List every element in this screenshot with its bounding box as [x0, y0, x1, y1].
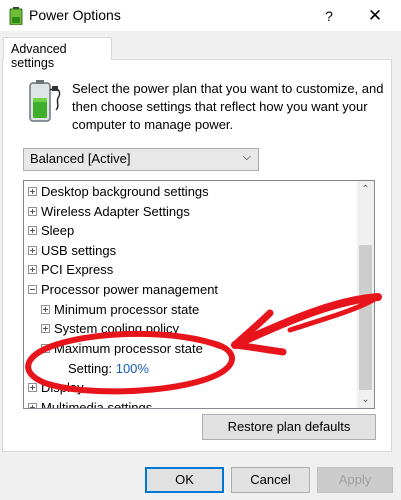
setting-row[interactable]: Setting: 100%	[68, 359, 149, 379]
tree-item-label: Desktop background settings	[41, 184, 209, 199]
tree-item-label: Sleep	[41, 223, 75, 238]
close-button[interactable]: ✕	[352, 0, 398, 31]
tree-item-label: Processor power management	[41, 282, 219, 297]
title-bar[interactable]: Power Options ? ✕	[0, 0, 401, 31]
vertical-scrollbar[interactable]: ⌃ ⌄	[357, 181, 374, 408]
expand-icon[interactable]	[28, 187, 37, 197]
settings-tree[interactable]: Desktop background settings Wireless Ada…	[23, 180, 375, 409]
power-plan-select[interactable]: Balanced [Active] ⌵	[23, 148, 259, 171]
tree-item-display[interactable]: Display	[28, 378, 84, 398]
tree-item-label: USB settings	[41, 243, 117, 258]
expand-icon[interactable]	[41, 305, 50, 315]
expand-icon[interactable]	[28, 403, 37, 408]
tree-item-minimum-processor-state[interactable]: Minimum processor state	[41, 300, 199, 320]
tree-item-sleep[interactable]: Sleep	[28, 221, 74, 241]
expand-icon[interactable]	[41, 324, 50, 334]
help-button[interactable]: ?	[306, 0, 352, 31]
cancel-button[interactable]: Cancel	[231, 467, 310, 493]
tree-item-pci-express[interactable]: PCI Express	[28, 260, 113, 280]
collapse-icon[interactable]	[28, 285, 37, 295]
apply-button[interactable]: Apply	[317, 467, 393, 493]
tree-item-processor-power-management[interactable]: Processor power management	[28, 280, 218, 300]
plan-select-value: Balanced [Active]	[30, 151, 131, 166]
setting-value-link[interactable]: 100%	[116, 361, 149, 376]
tree-item-label: Wireless Adapter Settings	[41, 204, 190, 219]
tree-item-usb-settings[interactable]: USB settings	[28, 241, 116, 261]
tab-advanced-settings[interactable]: Advanced settings	[3, 37, 112, 70]
restore-plan-defaults-button[interactable]: Restore plan defaults	[202, 414, 376, 440]
tree-item-label: Maximum processor state	[54, 341, 203, 356]
scroll-down-arrow-icon[interactable]: ⌄	[357, 391, 374, 408]
tree-content: Desktop background settings Wireless Ada…	[24, 181, 357, 408]
expand-icon[interactable]	[28, 265, 37, 275]
collapse-icon[interactable]	[41, 344, 50, 354]
tree-item-label: PCI Express	[41, 262, 114, 277]
expand-icon[interactable]	[28, 383, 37, 393]
tree-item-label: Display	[41, 380, 84, 395]
power-options-icon	[9, 7, 23, 25]
tree-item-label: Minimum processor state	[54, 302, 200, 317]
power-options-window: Power Options ? ✕ Advanced settings Sele…	[0, 0, 401, 500]
expand-icon[interactable]	[28, 207, 37, 217]
expand-icon[interactable]	[28, 226, 37, 236]
plan-description: Select the power plan that you want to c…	[72, 81, 384, 132]
tree-item-multimedia-settings[interactable]: Multimedia settings	[28, 398, 152, 408]
tree-item-label: Multimedia settings	[41, 400, 153, 408]
expand-icon[interactable]	[28, 246, 37, 256]
tree-item-label: System cooling policy	[54, 321, 179, 336]
tree-item-wireless-adapter[interactable]: Wireless Adapter Settings	[28, 202, 190, 222]
chevron-down-icon: ⌵	[242, 151, 251, 163]
battery-icon	[29, 80, 61, 122]
scroll-thumb[interactable]	[359, 245, 372, 390]
tree-item-maximum-processor-state[interactable]: Maximum processor state	[41, 339, 203, 359]
setting-label: Setting:	[68, 361, 113, 376]
window-title: Power Options	[29, 7, 121, 23]
tree-item-system-cooling-policy[interactable]: System cooling policy	[41, 319, 179, 339]
ok-button[interactable]: OK	[145, 467, 224, 493]
tree-item-desktop-background[interactable]: Desktop background settings	[28, 182, 209, 202]
scroll-up-arrow-icon[interactable]: ⌃	[357, 181, 374, 198]
